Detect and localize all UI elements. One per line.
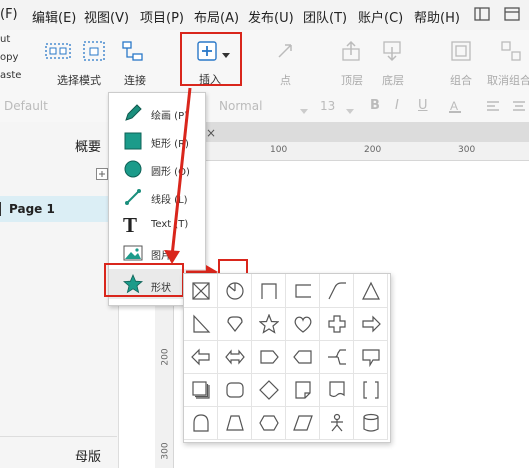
menu-edit[interactable]: 编辑(E) xyxy=(32,7,76,26)
annotation-arrows xyxy=(164,87,218,279)
toolbar: ut opy aste 选择模式 连接 插入 点 顶层 底层 组合 取消组合 xyxy=(0,30,529,91)
ruler-tick: 200 xyxy=(364,145,382,155)
send-to-back-icon[interactable] xyxy=(381,40,403,65)
pen-icon xyxy=(123,103,143,126)
text-icon: T xyxy=(123,213,138,237)
shape-callout-down[interactable] xyxy=(354,340,388,374)
menu-account[interactable]: 账户(C) xyxy=(358,7,403,26)
group-icon[interactable] xyxy=(450,40,472,65)
add-page-icon[interactable] xyxy=(96,168,108,183)
rectangle-icon xyxy=(123,131,143,154)
shape-triangle[interactable] xyxy=(354,274,388,308)
select-mode-label[interactable]: 选择模式 xyxy=(57,72,101,88)
shape-arrow-right[interactable] xyxy=(354,307,388,341)
shape-arrow-both[interactable] xyxy=(218,340,252,374)
menu-view[interactable]: 视图(V) xyxy=(84,7,129,26)
connect-label[interactable]: 连接 xyxy=(124,72,146,88)
shape-hexagon[interactable] xyxy=(252,406,286,440)
shape-bracket-top[interactable] xyxy=(252,274,286,308)
shape-trapezoid[interactable] xyxy=(218,406,252,440)
shape-bracket-left[interactable] xyxy=(286,274,320,308)
chevron-down-icon xyxy=(346,103,354,117)
shapes-palette xyxy=(183,273,391,443)
paste-button[interactable]: aste xyxy=(0,70,21,81)
shape-pie[interactable] xyxy=(218,274,252,308)
italic-icon[interactable]: I xyxy=(395,98,399,113)
copy-button[interactable]: opy xyxy=(0,52,18,63)
shape-arch[interactable] xyxy=(184,406,218,440)
font-size-select[interactable]: 13 xyxy=(320,99,335,113)
menu-file[interactable]: (F) xyxy=(0,7,18,22)
shape-diamond[interactable] xyxy=(252,373,286,407)
group-label[interactable]: 组合 xyxy=(450,72,472,88)
align-center-icon[interactable] xyxy=(512,99,526,116)
shape-page-fold[interactable] xyxy=(286,373,320,407)
shape-crossed-box[interactable] xyxy=(184,274,218,308)
ruler-tick: 300 xyxy=(160,442,171,460)
bottom-layer-label[interactable]: 底层 xyxy=(382,72,404,88)
bring-to-front-icon[interactable] xyxy=(340,40,362,65)
shape-brackets[interactable] xyxy=(354,373,388,407)
point-label[interactable]: 点 xyxy=(280,72,291,88)
ruler-tick: 100 xyxy=(270,145,288,155)
cut-button[interactable]: ut xyxy=(0,34,10,45)
shape-doc-wave[interactable] xyxy=(320,373,354,407)
window-icon[interactable] xyxy=(474,7,490,21)
insert-plus-icon[interactable] xyxy=(197,41,217,64)
text-color-icon[interactable]: A xyxy=(448,99,462,116)
menu-project[interactable]: 项目(P) xyxy=(140,7,184,26)
shape-pentagon-left[interactable] xyxy=(286,340,320,374)
underline-icon[interactable]: U xyxy=(418,98,428,113)
shape-parallelogram[interactable] xyxy=(286,406,320,440)
page-icon xyxy=(0,202,1,216)
panel-icon[interactable] xyxy=(504,7,520,21)
shape-rounded-rect[interactable] xyxy=(218,373,252,407)
select-contain-icon[interactable] xyxy=(82,40,106,65)
page-list-item[interactable]: Page 1 xyxy=(0,196,117,222)
outline-title: 概要 xyxy=(75,140,102,155)
top-layer-label[interactable]: 顶层 xyxy=(341,72,363,88)
chevron-down-icon[interactable] xyxy=(222,48,230,62)
circle-icon xyxy=(123,159,143,182)
style-select[interactable]: Default xyxy=(4,99,48,113)
chevron-down-icon xyxy=(300,103,308,117)
svg-text:A: A xyxy=(450,99,458,113)
align-left-icon[interactable] xyxy=(486,99,500,116)
shape-star[interactable] xyxy=(252,307,286,341)
shape-right-triangle[interactable] xyxy=(184,307,218,341)
shape-branch[interactable] xyxy=(320,340,354,374)
shape-curved-corner[interactable] xyxy=(320,274,354,308)
masters-title: 母版 xyxy=(75,450,102,465)
ruler-tick: 200 xyxy=(160,348,171,366)
page-1-label: Page 1 xyxy=(9,202,55,216)
line-icon xyxy=(123,187,143,210)
shape-callout-heart[interactable] xyxy=(218,307,252,341)
menu-team[interactable]: 团队(T) xyxy=(303,7,347,26)
shape-plus[interactable] xyxy=(320,307,354,341)
shape-pentagon-right[interactable] xyxy=(252,340,286,374)
ungroup-label[interactable]: 取消组合 xyxy=(487,72,529,88)
shape-cylinder[interactable] xyxy=(354,406,388,440)
format-bar: Default Normal 13 B I U A xyxy=(0,90,529,123)
connect-icon[interactable] xyxy=(121,40,145,65)
menu-layout[interactable]: 布局(A) xyxy=(194,7,239,26)
point-icon[interactable] xyxy=(276,42,294,63)
menu-help[interactable]: 帮助(H) xyxy=(414,7,460,26)
menu-bar: (F) 编辑(E) 视图(V) 项目(P) 布局(A) 发布(U) 团队(T) … xyxy=(0,0,529,31)
shape-heart[interactable] xyxy=(286,307,320,341)
divider xyxy=(0,436,117,437)
menu-publish[interactable]: 发布(U) xyxy=(248,7,294,26)
shape-person[interactable] xyxy=(320,406,354,440)
left-panel: 概要 Page 1 母版 xyxy=(0,122,119,468)
select-intersect-icon[interactable] xyxy=(44,40,72,65)
ruler-tick: 300 xyxy=(458,145,476,155)
ungroup-icon[interactable] xyxy=(500,40,522,65)
shape-stacked-doc[interactable] xyxy=(184,373,218,407)
bold-icon[interactable]: B xyxy=(370,98,380,113)
shape-arrow-left[interactable] xyxy=(184,340,218,374)
